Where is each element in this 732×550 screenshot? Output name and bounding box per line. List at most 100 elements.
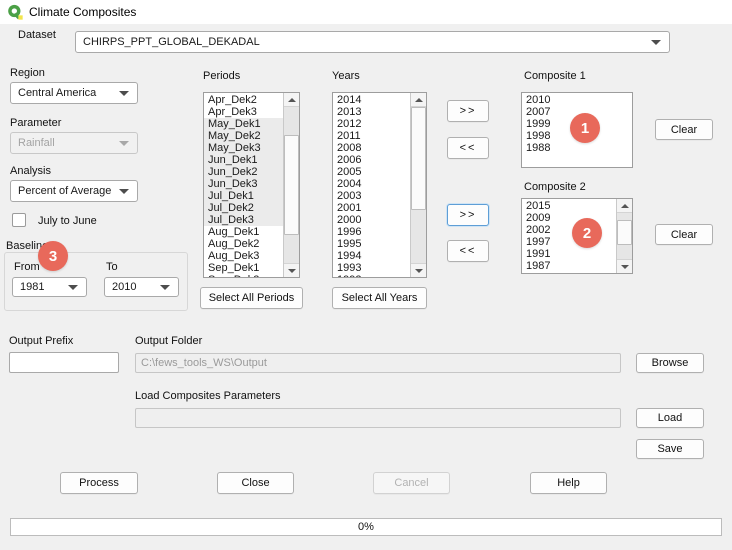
list-item[interactable]: 2000 bbox=[333, 214, 410, 226]
list-item[interactable]: 2013 bbox=[333, 106, 410, 118]
list-item[interactable]: Aug_Dek3 bbox=[204, 250, 283, 262]
list-item[interactable]: 2003 bbox=[333, 190, 410, 202]
periods-scrollbar[interactable] bbox=[283, 93, 299, 277]
scroll-up-icon[interactable] bbox=[284, 93, 299, 107]
baseline-to-label: To bbox=[106, 261, 118, 273]
list-item[interactable]: 1995 bbox=[333, 238, 410, 250]
list-item[interactable]: 1993 bbox=[333, 262, 410, 274]
add-to-composite2-button[interactable]: >> bbox=[447, 204, 489, 226]
region-select[interactable]: Central America bbox=[10, 82, 138, 104]
chevron-down-icon bbox=[119, 91, 129, 96]
region-label: Region bbox=[10, 67, 45, 79]
help-button[interactable]: Help bbox=[530, 472, 607, 494]
composite2-scroll-thumb[interactable] bbox=[617, 220, 632, 245]
scroll-up-icon[interactable] bbox=[411, 93, 426, 107]
years-listbox[interactable]: 2014201320122011200820062005200420032001… bbox=[332, 92, 427, 278]
composite2-scroll-track[interactable] bbox=[617, 213, 632, 259]
analysis-value: Percent of Average bbox=[18, 185, 111, 197]
july-to-june-label: July to June bbox=[38, 215, 97, 227]
years-label: Years bbox=[332, 70, 360, 82]
dataset-value: CHIRPS_PPT_GLOBAL_DEKADAL bbox=[83, 36, 260, 48]
years-scrollbar[interactable] bbox=[410, 93, 426, 277]
output-folder-input bbox=[135, 353, 621, 373]
remove-from-composite2-button[interactable]: << bbox=[447, 240, 489, 262]
list-item[interactable]: 2012 bbox=[333, 118, 410, 130]
chevron-down-icon bbox=[160, 285, 170, 290]
list-item[interactable]: Jul_Dek1 bbox=[204, 190, 283, 202]
baseline-to-value: 2010 bbox=[112, 281, 136, 293]
list-item[interactable]: 1988 bbox=[522, 142, 632, 154]
parameter-select: Rainfall bbox=[10, 132, 138, 154]
baseline-from-label: From bbox=[14, 261, 40, 273]
scroll-down-icon[interactable] bbox=[617, 259, 632, 273]
select-all-periods-button[interactable]: Select All Periods bbox=[200, 287, 303, 309]
list-item[interactable]: May_Dek2 bbox=[204, 130, 283, 142]
list-item[interactable]: Jul_Dek2 bbox=[204, 202, 283, 214]
analysis-label: Analysis bbox=[10, 165, 51, 177]
load-params-input bbox=[135, 408, 621, 428]
clear-composite1-button[interactable]: Clear bbox=[655, 119, 713, 140]
list-item[interactable]: May_Dek1 bbox=[204, 118, 283, 130]
years-scroll-track[interactable] bbox=[411, 107, 426, 263]
list-item[interactable]: Aug_Dek2 bbox=[204, 238, 283, 250]
composite1-label: Composite 1 bbox=[524, 70, 586, 82]
save-button[interactable]: Save bbox=[636, 439, 704, 459]
list-item[interactable]: Sep_Dek1 bbox=[204, 262, 283, 274]
list-item[interactable]: 2006 bbox=[333, 154, 410, 166]
clear-composite2-button[interactable]: Clear bbox=[655, 224, 713, 245]
composite2-label: Composite 2 bbox=[524, 181, 586, 193]
scroll-down-icon[interactable] bbox=[411, 263, 426, 277]
years-scroll-thumb[interactable] bbox=[411, 107, 426, 210]
list-item[interactable]: 1994 bbox=[333, 250, 410, 262]
list-item[interactable]: 2004 bbox=[333, 178, 410, 190]
list-item[interactable]: Apr_Dek3 bbox=[204, 106, 283, 118]
list-item[interactable]: 2001 bbox=[333, 202, 410, 214]
title-bar: Climate Composites bbox=[0, 0, 732, 24]
chevron-down-icon bbox=[119, 189, 129, 194]
browse-button[interactable]: Browse bbox=[636, 353, 704, 373]
list-item[interactable]: Jul_Dek3 bbox=[204, 214, 283, 226]
list-item[interactable]: Sep_Dek2 bbox=[204, 274, 283, 277]
list-item[interactable]: 2015 bbox=[522, 200, 616, 212]
list-item[interactable]: Jun_Dek1 bbox=[204, 154, 283, 166]
list-item[interactable]: 1987 bbox=[522, 260, 616, 272]
add-to-composite1-button[interactable]: >> bbox=[447, 100, 489, 122]
list-item[interactable]: 1996 bbox=[333, 226, 410, 238]
output-prefix-input[interactable] bbox=[9, 352, 119, 373]
dataset-select[interactable]: CHIRPS_PPT_GLOBAL_DEKADAL bbox=[75, 31, 670, 53]
list-item[interactable]: 2005 bbox=[333, 166, 410, 178]
list-item[interactable]: 2010 bbox=[522, 94, 632, 106]
composite2-scrollbar[interactable] bbox=[616, 199, 632, 273]
progress-bar: 0% bbox=[10, 518, 722, 536]
scroll-down-icon[interactable] bbox=[284, 263, 299, 277]
climate-composites-window: Climate Composites Dataset CHIRPS_PPT_GL… bbox=[0, 0, 732, 550]
periods-label: Periods bbox=[203, 70, 240, 82]
list-item[interactable]: 2011 bbox=[333, 130, 410, 142]
list-item[interactable]: 2009 bbox=[522, 212, 616, 224]
close-button[interactable]: Close bbox=[217, 472, 294, 494]
periods-scroll-track[interactable] bbox=[284, 107, 299, 263]
list-item[interactable]: Apr_Dek2 bbox=[204, 94, 283, 106]
baseline-from-select[interactable]: 1981 bbox=[12, 277, 87, 297]
load-button[interactable]: Load bbox=[636, 408, 704, 428]
baseline-to-select[interactable]: 2010 bbox=[104, 277, 179, 297]
process-button[interactable]: Process bbox=[60, 472, 138, 494]
list-item[interactable]: Jun_Dek2 bbox=[204, 166, 283, 178]
list-item[interactable]: 1997 bbox=[522, 236, 616, 248]
list-item[interactable]: 1991 bbox=[522, 248, 616, 260]
analysis-select[interactable]: Percent of Average bbox=[10, 180, 138, 202]
list-item[interactable]: May_Dek3 bbox=[204, 142, 283, 154]
scroll-up-icon[interactable] bbox=[617, 199, 632, 213]
july-to-june-checkbox[interactable] bbox=[12, 213, 26, 227]
list-item[interactable]: 1992 bbox=[333, 274, 410, 277]
periods-scroll-thumb[interactable] bbox=[284, 135, 299, 235]
chevron-down-icon bbox=[119, 141, 129, 146]
list-item[interactable]: Aug_Dek1 bbox=[204, 226, 283, 238]
select-all-years-button[interactable]: Select All Years bbox=[332, 287, 427, 309]
list-item[interactable]: Jun_Dek3 bbox=[204, 178, 283, 190]
periods-listbox[interactable]: Apr_Dek2Apr_Dek3May_Dek1May_Dek2May_Dek3… bbox=[203, 92, 300, 278]
output-prefix-label: Output Prefix bbox=[9, 335, 73, 347]
list-item[interactable]: 2008 bbox=[333, 142, 410, 154]
list-item[interactable]: 2014 bbox=[333, 94, 410, 106]
remove-from-composite1-button[interactable]: << bbox=[447, 137, 489, 159]
